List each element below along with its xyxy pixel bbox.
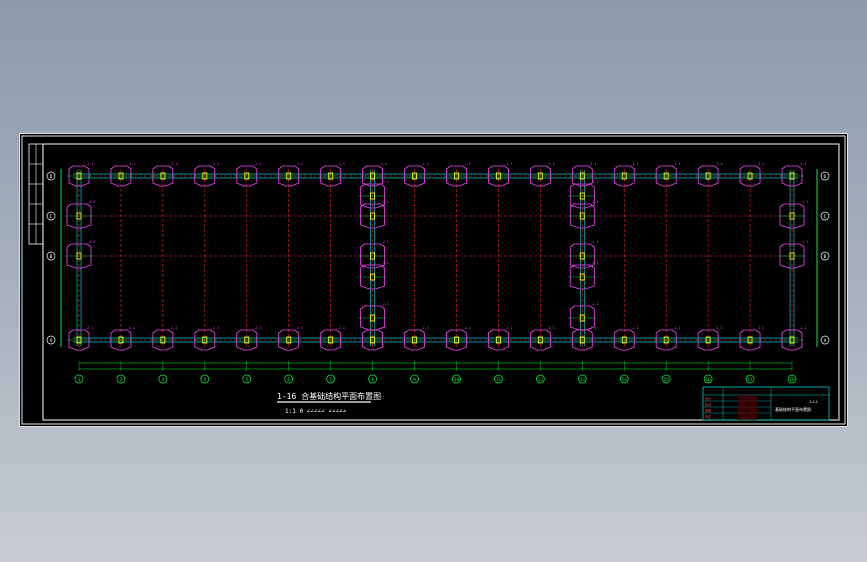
- row-axis-label: D: [824, 174, 827, 180]
- drawing-title: 1-16 合基础结构平面布置图: [277, 391, 381, 401]
- footing-mark: J-1: [716, 162, 722, 166]
- footing-mark: J-1: [89, 200, 95, 204]
- footing-mark: J-1: [339, 326, 345, 330]
- footing-mark: J-1: [800, 326, 806, 330]
- footing-mark: J-1: [632, 326, 638, 330]
- footing-mark: J-1: [297, 162, 303, 166]
- footing: J-1: [778, 200, 808, 229]
- footing-mark: J-1: [423, 162, 429, 166]
- foundation-plan-drawing: J-1 J-1 J-1 J-1 J-1 J-1 J-1 J-1 J-1 J-1 J-1 J-1 J-1 J…: [21, 135, 846, 425]
- column-axis-label: 13: [580, 377, 586, 383]
- column-axis-label: 3: [162, 377, 165, 383]
- foundation-beams: [73, 170, 798, 346]
- footing-mark: J-1: [89, 240, 95, 244]
- footing-mark: J-1: [383, 240, 389, 244]
- row-axis-label: A: [824, 338, 827, 344]
- title-block-sheet-no: ∠∠∠: [809, 399, 818, 405]
- column-axis-label: 10: [454, 377, 460, 383]
- footing: J-1: [358, 302, 389, 331]
- footing-mark: J-1: [213, 162, 219, 166]
- footing-mark: J-1: [592, 302, 598, 306]
- row-axis-bubbles: A A B B C C D D: [46, 171, 830, 345]
- footing-mark: J-1: [383, 302, 389, 306]
- column-axis-label: 12: [538, 377, 544, 383]
- column-axis-label: 4: [203, 377, 206, 383]
- footing-mark: J-1: [423, 326, 429, 330]
- column-axis-bubbles: 1 2 3 4 5 6 7 8 9 10 11 12 13 14 15 16 17 18: [74, 374, 797, 384]
- footing-mark: J-1: [129, 162, 135, 166]
- column-axis-label: 2: [120, 377, 123, 383]
- footing-mark: J-1: [171, 326, 177, 330]
- column-axis-label: 15: [663, 377, 669, 383]
- scale-note: 1:1 0 ∠∠∠∠∠ ∠∠∠∠∠: [285, 408, 347, 415]
- row-axis-label: C: [824, 214, 827, 220]
- column-axis-label: 5: [245, 377, 248, 383]
- footing-mark: J-1: [297, 326, 303, 330]
- footing-mark: J-1: [339, 162, 345, 166]
- footing-mark: J-1: [802, 240, 808, 244]
- footing-mark: J-1: [632, 162, 638, 166]
- footing-mark: J-1: [592, 200, 598, 204]
- footing-mark: J-1: [464, 326, 470, 330]
- footing-mark: J-1: [758, 326, 764, 330]
- column-axis-label: 11: [496, 377, 502, 383]
- row-axis-label: A: [50, 338, 53, 344]
- title-block-drawing-name: 基础结构平面布置图: [775, 406, 811, 412]
- footing-mark: J-1: [592, 261, 598, 265]
- footing-mark: J-1: [674, 162, 680, 166]
- footing: J-1: [65, 200, 95, 229]
- footing: J-1: [568, 302, 599, 331]
- title-block-row-1: 设计: [705, 396, 712, 401]
- sheet-outer-border: [21, 135, 846, 425]
- footing-mark: J-1: [255, 162, 261, 166]
- column-axis-label: 1: [78, 377, 81, 383]
- binding-strip: [28, 143, 44, 245]
- footing-mark: J-1: [802, 200, 808, 204]
- footing-mark: J-1: [800, 162, 806, 166]
- column-axis-label: 18: [789, 377, 795, 383]
- column-axis-label: 9: [413, 377, 416, 383]
- row-axis-label: B: [824, 254, 827, 260]
- column-axis-label: 6: [287, 377, 290, 383]
- row-axis-label: D: [50, 174, 53, 180]
- footing-mark: J-1: [506, 162, 512, 166]
- footing-mark: J-1: [129, 326, 135, 330]
- footing-mark: J-1: [255, 326, 261, 330]
- row-axis-label: C: [50, 214, 53, 220]
- footing-mark: J-1: [548, 162, 554, 166]
- footing-mark: J-1: [87, 326, 93, 330]
- row-axis-label: B: [50, 254, 53, 260]
- title-block-row-4: 审定: [705, 414, 712, 419]
- footing-mark: J-1: [758, 162, 764, 166]
- dimension-lines: [60, 169, 818, 371]
- footing: J-1: [778, 240, 808, 269]
- column-axis-label: 17: [747, 377, 753, 383]
- footing-mark: J-1: [464, 162, 470, 166]
- footing-mark: J-1: [592, 240, 598, 244]
- footing-mark: J-1: [592, 180, 598, 184]
- footing-mark: J-1: [383, 200, 389, 204]
- footing-mark: J-1: [381, 162, 387, 166]
- footing-mark: J-1: [590, 162, 596, 166]
- column-axis-label: 8: [371, 377, 374, 383]
- footing-mark: J-1: [87, 162, 93, 166]
- drawing-sheet: J-1 J-1 J-1 J-1 J-1 J-1 J-1 J-1 J-1 J-1 J-1 J-1 J-1 J…: [19, 133, 848, 427]
- footing-mark: J-1: [548, 326, 554, 330]
- footing-mark: J-1: [383, 180, 389, 184]
- footing-mark: J-1: [506, 326, 512, 330]
- column-axis-label: 7: [329, 377, 332, 383]
- footing-mark: J-1: [171, 162, 177, 166]
- footing: J-1: [65, 240, 95, 269]
- footing-mark: J-1: [383, 261, 389, 265]
- footing-mark: J-1: [716, 326, 722, 330]
- title-block: 设计 校对 审核 审定 基础结构平面布置图 ∠∠∠: [702, 386, 830, 421]
- footing-mark: J-1: [674, 326, 680, 330]
- column-axis-label: 16: [705, 377, 711, 383]
- column-axis-label: 14: [622, 377, 628, 383]
- title-block-row-2: 校对: [705, 402, 712, 407]
- grid-lines: [78, 169, 793, 347]
- title-block-row-3: 审核: [705, 408, 712, 413]
- footing-mark: J-1: [213, 326, 219, 330]
